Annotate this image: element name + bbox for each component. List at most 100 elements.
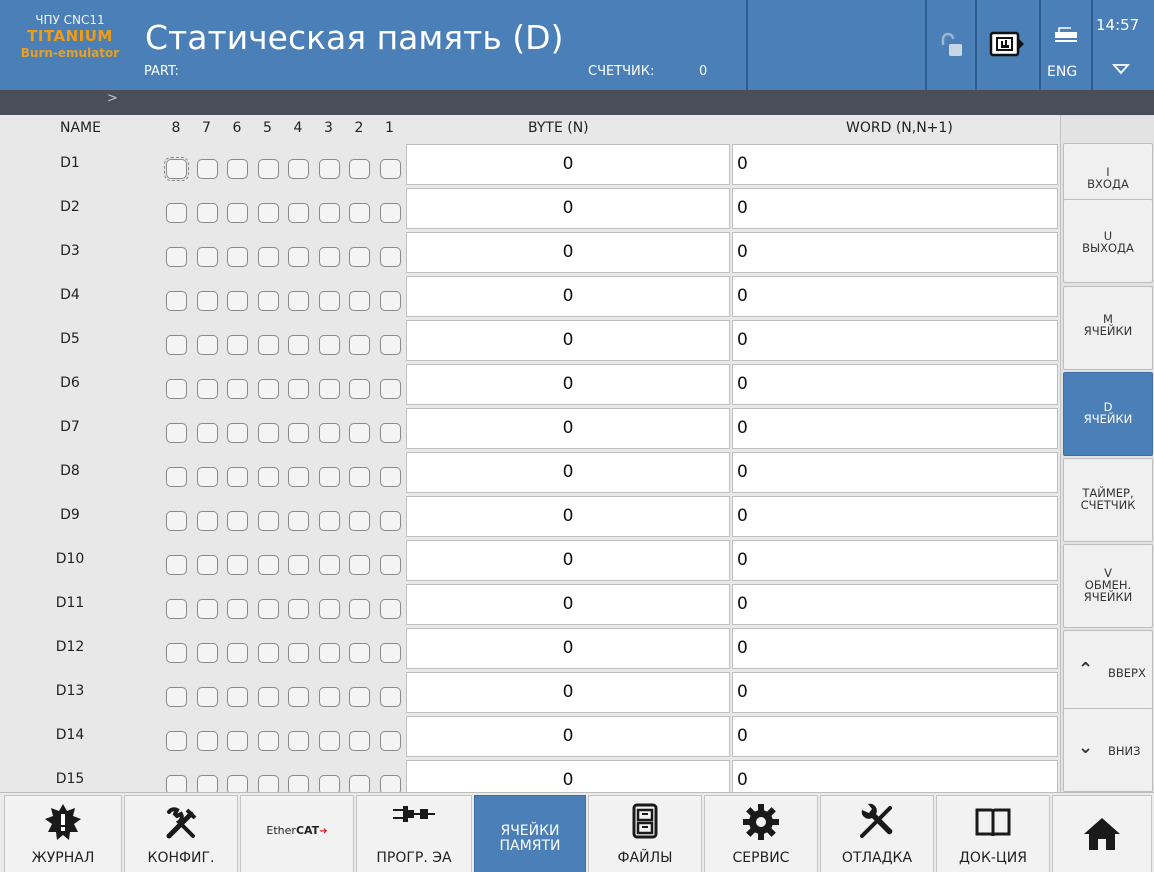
bit-checkbox[interactable] — [196, 511, 218, 531]
bit-checkbox[interactable] — [227, 687, 248, 707]
bit-checkbox[interactable] — [196, 643, 218, 663]
bit-checkbox[interactable] — [257, 159, 279, 179]
bit-checkbox[interactable] — [166, 731, 187, 751]
bit-checkbox[interactable] — [166, 643, 187, 663]
bit-checkbox[interactable] — [288, 731, 309, 751]
docs-button[interactable]: ДОК-ЦИЯ — [936, 795, 1050, 872]
bit-checkbox[interactable] — [379, 247, 401, 267]
bit-checkbox[interactable] — [196, 203, 218, 223]
bit-checkbox[interactable] — [196, 599, 218, 619]
bit-checkbox[interactable] — [166, 511, 187, 531]
scroll-up-button[interactable]: ⌃ ВВЕРХ — [1063, 630, 1153, 714]
bit-checkbox[interactable] — [379, 731, 401, 751]
bit-checkbox[interactable] — [288, 423, 309, 443]
bit-checkbox[interactable] — [379, 291, 401, 311]
bit-checkbox[interactable] — [288, 555, 309, 575]
exchange-cells-button[interactable]: V ОБМЕН. ЯЧЕЙКИ — [1063, 544, 1153, 628]
bit-checkbox[interactable] — [349, 247, 370, 267]
files-button[interactable]: ФАЙЛЫ — [588, 795, 702, 872]
bit-checkbox[interactable] — [349, 687, 370, 707]
byte-value-field[interactable]: 0 — [406, 232, 730, 273]
byte-value-field[interactable]: 0 — [406, 584, 730, 625]
byte-value-field[interactable]: 0 — [406, 716, 730, 757]
bit-checkbox[interactable] — [349, 423, 370, 443]
bit-checkbox[interactable] — [196, 731, 218, 751]
service-button[interactable]: СЕРВИС — [704, 795, 818, 872]
debug-button[interactable]: ОТЛАДКА — [820, 795, 934, 872]
word-value-field[interactable]: 0 — [732, 276, 1058, 317]
bit-checkbox[interactable] — [166, 379, 187, 399]
word-value-field[interactable]: 0 — [732, 628, 1058, 669]
byte-value-field[interactable]: 0 — [406, 452, 730, 493]
bit-checkbox[interactable] — [196, 687, 218, 707]
bit-checkbox[interactable] — [227, 335, 248, 355]
language-button[interactable]: ENG — [1041, 0, 1091, 90]
config-button[interactable]: КОНФИГ. — [124, 795, 238, 872]
bit-checkbox[interactable] — [318, 467, 340, 487]
bit-checkbox[interactable] — [288, 335, 309, 355]
bit-checkbox[interactable] — [166, 291, 187, 311]
bit-checkbox[interactable] — [164, 157, 189, 181]
bit-checkbox[interactable] — [349, 599, 370, 619]
bit-checkbox[interactable] — [318, 687, 340, 707]
bit-checkbox[interactable] — [349, 203, 370, 223]
bit-checkbox[interactable] — [349, 379, 370, 399]
bit-checkbox[interactable] — [227, 731, 248, 751]
bit-checkbox[interactable] — [349, 291, 370, 311]
bit-checkbox[interactable] — [227, 599, 248, 619]
memory-cells-button[interactable]: ЯЧЕЙКИ ПАМЯТИ — [474, 795, 586, 872]
word-value-field[interactable]: 0 — [732, 232, 1058, 273]
bit-checkbox[interactable] — [166, 467, 187, 487]
bit-checkbox[interactable] — [257, 335, 279, 355]
journal-button[interactable]: ЖУРНАЛ — [4, 795, 122, 872]
bit-checkbox[interactable] — [166, 687, 187, 707]
byte-value-field[interactable]: 0 — [406, 364, 730, 405]
word-value-field[interactable]: 0 — [732, 716, 1058, 757]
word-value-field[interactable]: 0 — [732, 452, 1058, 493]
bit-checkbox[interactable] — [227, 423, 248, 443]
bit-checkbox[interactable] — [318, 247, 340, 267]
bit-checkbox[interactable] — [318, 291, 340, 311]
bit-checkbox[interactable] — [196, 247, 218, 267]
bit-checkbox[interactable] — [349, 555, 370, 575]
byte-value-field[interactable]: 0 — [406, 496, 730, 537]
bit-checkbox[interactable] — [288, 203, 309, 223]
bit-checkbox[interactable] — [227, 643, 248, 663]
bit-checkbox[interactable] — [227, 379, 248, 399]
word-value-field[interactable]: 0 — [732, 188, 1058, 229]
bit-checkbox[interactable] — [257, 555, 279, 575]
bit-checkbox[interactable] — [166, 247, 187, 267]
m-cells-button[interactable]: M ЯЧЕЙКИ — [1063, 286, 1153, 370]
bit-checkbox[interactable] — [379, 335, 401, 355]
bit-checkbox[interactable] — [349, 335, 370, 355]
bit-checkbox[interactable] — [196, 467, 218, 487]
clock-panel[interactable]: 14:57 — [1093, 0, 1154, 90]
bit-checkbox[interactable] — [379, 467, 401, 487]
bit-checkbox[interactable] — [379, 643, 401, 663]
word-value-field[interactable]: 0 — [732, 144, 1058, 185]
mode-button[interactable] — [977, 0, 1039, 90]
prog-button[interactable]: ПРОГР. ЭА — [356, 795, 472, 872]
bit-checkbox[interactable] — [196, 555, 218, 575]
bit-checkbox[interactable] — [227, 467, 248, 487]
lock-button[interactable] — [927, 0, 975, 90]
byte-value-field[interactable]: 0 — [406, 540, 730, 581]
bit-checkbox[interactable] — [288, 643, 309, 663]
bit-checkbox[interactable] — [257, 291, 279, 311]
bit-checkbox[interactable] — [257, 247, 279, 267]
byte-value-field[interactable]: 0 — [406, 188, 730, 229]
bit-checkbox[interactable] — [227, 203, 248, 223]
bit-checkbox[interactable] — [257, 203, 279, 223]
byte-value-field[interactable]: 0 — [406, 408, 730, 449]
outputs-button[interactable]: U ВЫХОДА — [1063, 199, 1153, 283]
word-value-field[interactable]: 0 — [732, 584, 1058, 625]
bit-checkbox[interactable] — [318, 159, 340, 179]
bit-checkbox[interactable] — [288, 467, 309, 487]
bit-checkbox[interactable] — [349, 731, 370, 751]
bit-checkbox[interactable] — [227, 247, 248, 267]
word-value-field[interactable]: 0 — [732, 320, 1058, 361]
bit-checkbox[interactable] — [166, 203, 187, 223]
bit-checkbox[interactable] — [318, 643, 340, 663]
byte-value-field[interactable]: 0 — [406, 628, 730, 669]
bit-checkbox[interactable] — [227, 511, 248, 531]
